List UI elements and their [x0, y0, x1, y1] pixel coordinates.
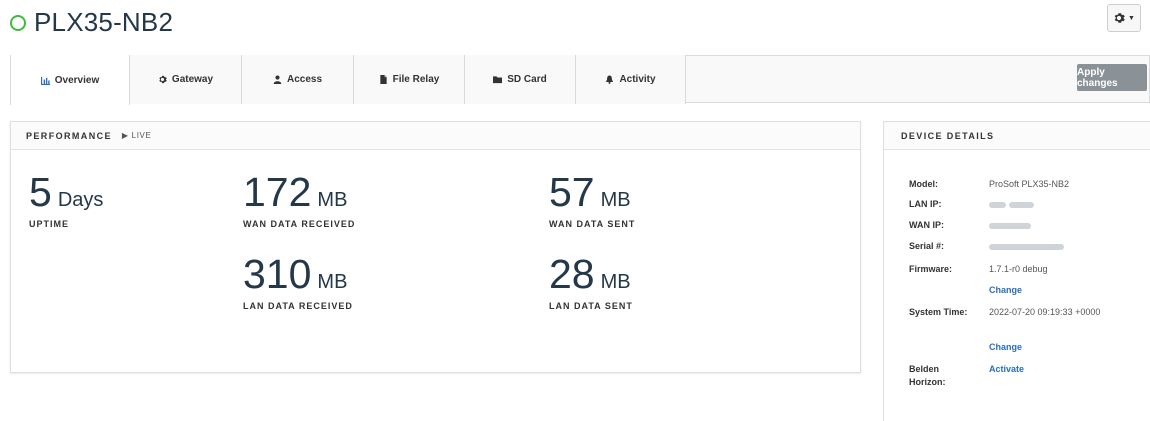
stat-unit: Days [57, 189, 104, 211]
bar-chart-icon [40, 76, 50, 85]
stat-label: UPTIME [29, 219, 70, 229]
settings-button[interactable]: ▼ [1107, 4, 1141, 32]
stat-unit: MB [317, 189, 348, 211]
tab-label: Overview [54, 74, 100, 86]
apply-changes-button[interactable]: Apply changes [1077, 64, 1147, 91]
user-icon [273, 75, 282, 84]
tab-file-relay[interactable]: File Relay [354, 55, 465, 104]
stat-label: LAN DATA RECEIVED [243, 301, 353, 311]
firmware-change-link[interactable]: Change [989, 284, 1022, 297]
stat-label: WAN DATA RECEIVED [243, 219, 356, 229]
redacted-value [989, 198, 1034, 211]
horizon-activate-link[interactable]: Activate [989, 363, 1024, 376]
stat-label: LAN DATA SENT [549, 301, 633, 311]
uptime-stat: 5 Days UPTIME [29, 169, 104, 230]
stat-value: 172 [243, 169, 312, 215]
device-details-panel: DEVICE DETAILS Model: ProSoft PLX35-NB2 … [883, 121, 1150, 421]
device-details-header: DEVICE DETAILS [884, 122, 1150, 150]
stat-unit: MB [317, 271, 348, 293]
bell-icon [605, 75, 614, 84]
detail-value: 1.7.1-r0 debug [989, 264, 1048, 274]
gear-icon [158, 75, 167, 84]
tab-bar: Overview Gateway Access File Relay SD Ca… [10, 55, 1150, 105]
stat-value: 28 [549, 251, 595, 297]
live-toggle[interactable]: ▶ LIVE [122, 131, 152, 140]
detail-label: LAN IP: [909, 199, 942, 209]
tab-activity[interactable]: Activity [576, 55, 686, 104]
performance-header: PERFORMANCE ▶ LIVE [11, 122, 860, 150]
stat-label: WAN DATA SENT [549, 219, 636, 229]
tab-label: SD Card [507, 74, 547, 85]
tab-label: Access [286, 74, 323, 85]
wan-sent-stat: 57 MB WAN DATA SENT [549, 169, 636, 230]
stat-value: 310 [243, 251, 312, 297]
system-time-change-link[interactable]: Change [989, 341, 1022, 354]
detail-label: Serial #: [909, 241, 945, 251]
file-icon [379, 75, 388, 84]
gear-icon [1114, 13, 1125, 23]
lan-sent-stat: 28 MB LAN DATA SENT [549, 251, 633, 312]
redacted-value [989, 240, 1064, 253]
redacted-value [989, 219, 1031, 232]
detail-label: Belden Horizon: [909, 364, 946, 387]
stat-value: 57 [549, 169, 595, 215]
detail-label: Firmware: [909, 264, 953, 274]
lan-received-stat: 310 MB LAN DATA RECEIVED [243, 251, 353, 312]
play-icon: ▶ [121, 131, 129, 140]
wan-received-stat: 172 MB WAN DATA RECEIVED [243, 169, 356, 230]
folder-icon [493, 75, 503, 84]
performance-panel: PERFORMANCE ▶ LIVE 5 Days UPTIME 172 MB WA… [10, 121, 861, 373]
live-label: LIVE [131, 131, 152, 140]
tab-access[interactable]: Access [242, 55, 354, 104]
tab-gateway[interactable]: Gateway [130, 55, 242, 104]
detail-label: WAN IP: [909, 220, 944, 230]
panel-title: PERFORMANCE [26, 130, 112, 141]
stat-value: 5 [29, 169, 52, 215]
detail-value: 2022-07-20 09:19:33 +0000 [989, 307, 1101, 317]
tab-label: Gateway [171, 74, 214, 85]
detail-label: System Time: [909, 307, 968, 317]
panel-title: DEVICE DETAILS [901, 130, 995, 141]
tab-label: File Relay [392, 74, 440, 85]
status-indicator-icon [10, 15, 26, 31]
tab-overview[interactable]: Overview [10, 55, 130, 105]
chevron-down-icon: ▼ [1128, 14, 1135, 22]
stat-unit: MB [600, 271, 631, 293]
stat-unit: MB [600, 189, 631, 211]
tab-sd-card[interactable]: SD Card [465, 55, 576, 104]
detail-label: Model: [909, 179, 938, 189]
tab-label: Activity [619, 74, 656, 85]
detail-value: ProSoft PLX35-NB2 [989, 179, 1070, 189]
page-title: PLX35-NB2 [34, 6, 174, 37]
page-header: PLX35-NB2 [10, 4, 173, 40]
